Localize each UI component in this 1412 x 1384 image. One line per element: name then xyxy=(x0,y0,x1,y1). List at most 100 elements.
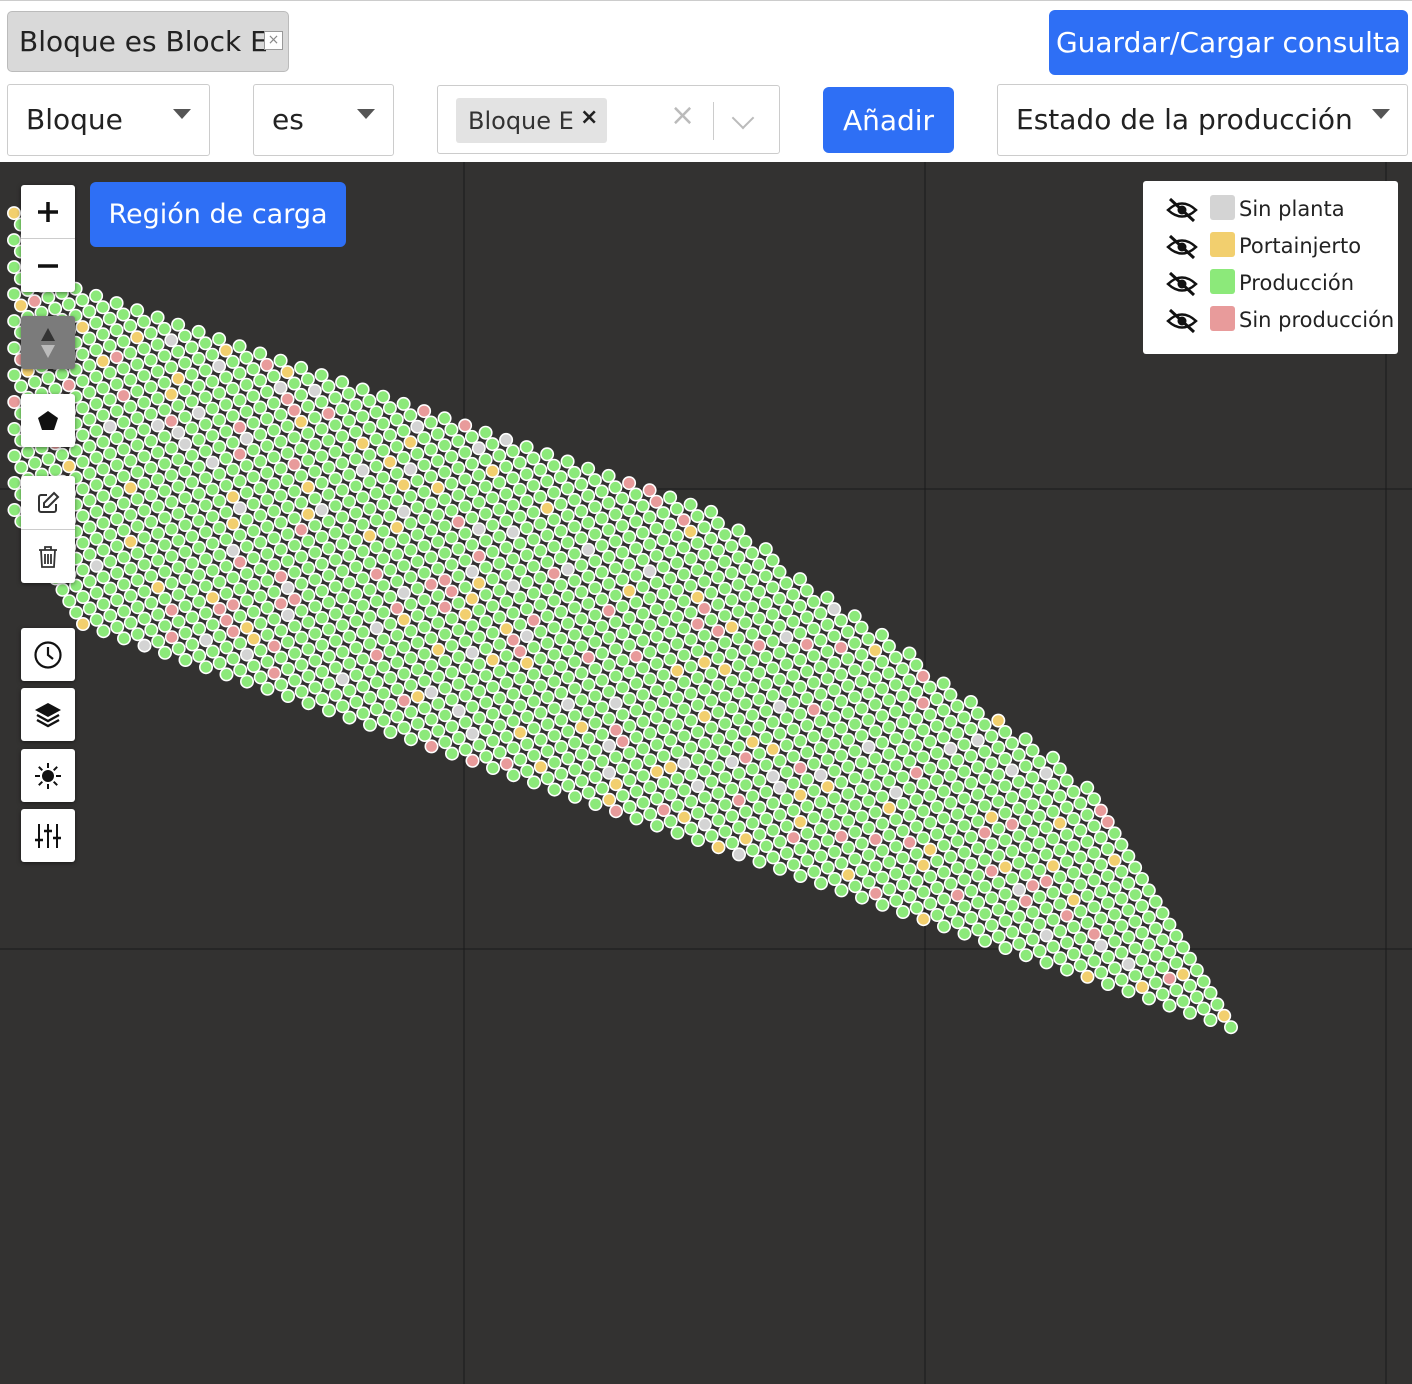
plant-point[interactable] xyxy=(259,411,274,426)
plant-point[interactable] xyxy=(1148,975,1163,990)
plant-point[interactable] xyxy=(820,779,835,794)
plant-point[interactable] xyxy=(212,520,227,535)
plant-point[interactable] xyxy=(745,789,760,804)
plant-point[interactable] xyxy=(1005,817,1020,832)
plant-point[interactable] xyxy=(567,654,582,669)
plant-point[interactable] xyxy=(916,885,931,900)
plant-point[interactable] xyxy=(1169,928,1184,943)
plant-point[interactable] xyxy=(328,417,343,432)
plant-point[interactable] xyxy=(246,442,261,457)
plant-point[interactable] xyxy=(882,855,897,870)
plant-point[interactable] xyxy=(123,399,138,414)
plant-point[interactable] xyxy=(683,605,698,620)
plant-point[interactable] xyxy=(595,673,610,688)
plant-point[interactable] xyxy=(854,836,869,851)
plant-point[interactable] xyxy=(1169,955,1184,970)
plant-point[interactable] xyxy=(902,862,917,877)
plant-point[interactable] xyxy=(301,696,316,711)
plant-point[interactable] xyxy=(991,767,1006,782)
plant-point[interactable] xyxy=(827,709,842,724)
plant-point[interactable] xyxy=(116,577,131,592)
plant-point[interactable] xyxy=(198,606,213,621)
plant-point[interactable] xyxy=(82,304,97,319)
plant-point[interactable] xyxy=(663,706,678,721)
plant-point[interactable] xyxy=(376,470,391,485)
plant-point[interactable] xyxy=(287,376,302,391)
plant-point[interactable] xyxy=(55,582,70,597)
plant-point[interactable] xyxy=(512,509,527,524)
plant-point[interactable] xyxy=(191,378,206,393)
plant-point[interactable] xyxy=(417,700,432,715)
plant-point[interactable] xyxy=(137,584,152,599)
plant-point[interactable] xyxy=(506,687,521,702)
plant-point[interactable] xyxy=(902,889,917,904)
plant-point[interactable] xyxy=(738,669,753,684)
plant-point[interactable] xyxy=(861,739,876,754)
plant-point[interactable] xyxy=(82,547,97,562)
plant-point[interactable] xyxy=(622,583,637,598)
plant-point[interactable] xyxy=(595,646,610,661)
plant-point[interactable] xyxy=(96,462,111,477)
plant-point[interactable] xyxy=(622,557,637,572)
plant-point[interactable] xyxy=(629,730,644,745)
plant-point[interactable] xyxy=(253,535,268,550)
plant-point[interactable] xyxy=(335,564,350,579)
plant-point[interactable] xyxy=(369,594,384,609)
plant-point[interactable] xyxy=(506,768,521,783)
plant-point[interactable] xyxy=(232,339,247,354)
plant-point[interactable] xyxy=(273,434,288,449)
plant-point[interactable] xyxy=(854,782,869,797)
plant-point[interactable] xyxy=(957,899,972,914)
plant-point[interactable] xyxy=(143,380,158,395)
plant-point[interactable] xyxy=(198,525,213,540)
plant-point[interactable] xyxy=(403,408,418,423)
plant-point[interactable] xyxy=(834,856,849,871)
plant-point[interactable] xyxy=(561,778,576,793)
plant-point[interactable] xyxy=(437,627,452,642)
plant-point[interactable] xyxy=(397,666,412,681)
plant-point[interactable] xyxy=(239,620,254,635)
plant-point[interactable] xyxy=(355,598,370,613)
plant-point[interactable] xyxy=(1080,834,1095,849)
plant-point[interactable] xyxy=(683,497,698,512)
plant-point[interactable] xyxy=(1053,897,1068,912)
plant-point[interactable] xyxy=(1066,811,1081,826)
plant-point[interactable] xyxy=(1039,901,1054,916)
plant-point[interactable] xyxy=(786,830,801,845)
plant-point[interactable] xyxy=(383,562,398,577)
plant-point[interactable] xyxy=(717,662,732,677)
plant-point[interactable] xyxy=(786,776,801,791)
plant-point[interactable] xyxy=(923,761,938,776)
plant-point[interactable] xyxy=(943,876,958,891)
plant-point[interactable] xyxy=(232,420,247,435)
plant-point[interactable] xyxy=(403,678,418,693)
plant-point[interactable] xyxy=(554,739,569,754)
plant-point[interactable] xyxy=(75,535,90,550)
plant-point[interactable] xyxy=(355,517,370,532)
plant-point[interactable] xyxy=(321,622,336,637)
plant-point[interactable] xyxy=(1114,864,1129,879)
plant-point[interactable] xyxy=(458,742,473,757)
plant-point[interactable] xyxy=(663,598,678,613)
plant-point[interactable] xyxy=(376,443,391,458)
plant-point[interactable] xyxy=(1018,840,1033,855)
plant-point[interactable] xyxy=(950,834,965,849)
plant-point[interactable] xyxy=(485,571,500,586)
plant-point[interactable] xyxy=(499,432,514,447)
plant-point[interactable] xyxy=(109,296,124,311)
plant-point[interactable] xyxy=(683,632,698,647)
plant-point[interactable] xyxy=(533,570,548,585)
plant-point[interactable] xyxy=(820,860,835,875)
plant-point[interactable] xyxy=(123,426,138,441)
plant-point[interactable] xyxy=(342,575,357,590)
plant-point[interactable] xyxy=(1087,846,1102,861)
plant-point[interactable] xyxy=(520,763,535,778)
plant-point[interactable] xyxy=(390,682,405,697)
plant-point[interactable] xyxy=(1121,876,1136,891)
plant-point[interactable] xyxy=(62,594,77,609)
plant-point[interactable] xyxy=(226,597,241,612)
plant-point[interactable] xyxy=(895,823,910,838)
plant-point[interactable] xyxy=(246,469,261,484)
plant-point[interactable] xyxy=(519,601,534,616)
plant-point[interactable] xyxy=(663,544,678,559)
